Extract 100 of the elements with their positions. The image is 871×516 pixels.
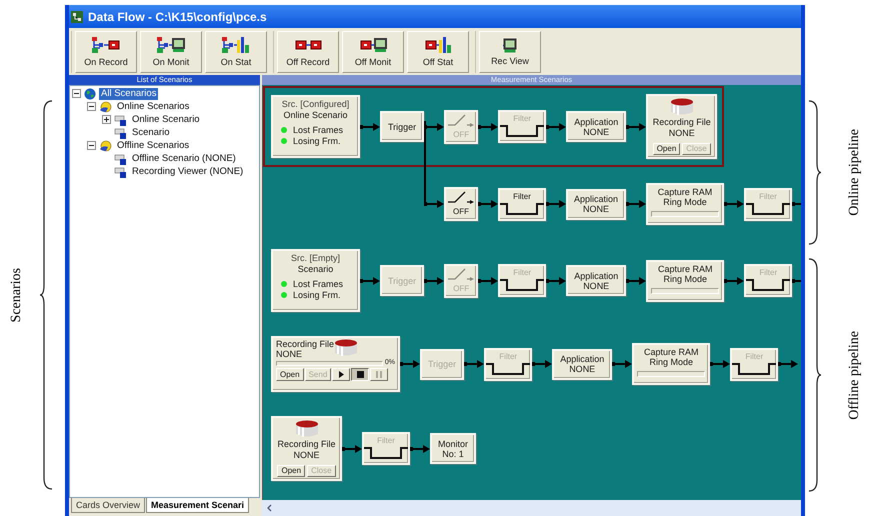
monitor-icon xyxy=(503,38,517,52)
annotation-label: Scenarios xyxy=(8,268,25,322)
disk-icon xyxy=(334,339,358,357)
recording-label: Recording File NONE xyxy=(277,439,336,461)
tree-item[interactable]: Online Scenarios xyxy=(115,100,192,112)
filter-label: Filter xyxy=(513,114,532,124)
collapse-toggle[interactable] xyxy=(87,141,96,150)
recording-label: Recording File NONE xyxy=(652,117,711,139)
folder-icon xyxy=(99,100,112,112)
connector-arrow xyxy=(724,276,744,284)
pipeline-node: Trigger xyxy=(380,265,424,296)
stop-icon xyxy=(356,371,364,378)
pause-icon xyxy=(376,371,382,378)
plus-icon xyxy=(104,117,109,122)
connector-arrow xyxy=(626,122,646,130)
indicator-label: Losing Frm. xyxy=(293,290,341,300)
indicator-label: Losing Frm. xyxy=(293,136,341,146)
connector-arrow xyxy=(546,200,566,208)
minus-icon xyxy=(74,91,79,96)
scenario-name: Scenario xyxy=(298,264,334,275)
minus-icon xyxy=(89,104,94,109)
chevron-left-icon xyxy=(266,504,272,512)
capture-label: Capture RAM Ring Mode xyxy=(658,187,712,207)
connector-arrow xyxy=(546,122,566,130)
connector-arrow xyxy=(478,122,498,130)
app-icon xyxy=(71,10,83,22)
toolbar-button[interactable]: Rec View xyxy=(479,30,541,72)
node-button[interactable]: Open xyxy=(652,143,680,155)
minus-icon xyxy=(89,143,94,148)
player-button[interactable]: Open xyxy=(276,368,304,381)
play-icon xyxy=(338,371,344,378)
connector-arrow xyxy=(360,122,380,130)
filter-label: Filter xyxy=(759,192,777,202)
pipeline-node: Application NONE xyxy=(552,348,612,380)
pipeline-node: Monitor No: 1 xyxy=(430,433,476,464)
connector-arrow xyxy=(478,276,498,284)
filter-label: Filter xyxy=(745,352,764,362)
bandpass-icon xyxy=(746,278,790,293)
panel-tab[interactable]: Measurement Scenari xyxy=(146,498,250,513)
connector-arrow xyxy=(612,360,632,368)
filter-label: Filter xyxy=(759,268,778,278)
pipeline-node: Application NONE xyxy=(566,265,626,296)
bandpass-icon xyxy=(500,202,544,216)
toolbar-button[interactable]: On Monit xyxy=(140,30,202,72)
scenario-icon xyxy=(114,126,127,138)
scenario-name: Online Scenario xyxy=(283,110,348,121)
stop-button[interactable] xyxy=(351,368,370,381)
tree-item[interactable]: Online Scenario xyxy=(130,114,202,126)
annotation-label: Offline pipeline xyxy=(846,330,863,420)
node-button[interactable]: Open xyxy=(277,465,306,477)
tree-item[interactable]: Scenario xyxy=(130,126,172,138)
indicator-label: Lost Frames xyxy=(293,125,344,135)
pipeline-node: Trigger xyxy=(380,111,424,142)
pipeline-node: Application NONE xyxy=(566,188,626,220)
tree-item[interactable]: Recording Viewer (NONE) xyxy=(130,166,246,178)
collapse-toggle[interactable] xyxy=(72,89,81,98)
connector-arrow xyxy=(626,276,646,284)
tree-item[interactable]: All Scenarios xyxy=(99,88,158,100)
bandpass-icon xyxy=(732,362,776,376)
folder-icon xyxy=(99,140,112,152)
connector-arrow xyxy=(424,276,444,284)
toolbar-button[interactable]: Off Record xyxy=(277,30,339,72)
bandpass-icon xyxy=(486,362,530,376)
connector-arrow xyxy=(410,444,430,452)
connector-arrow xyxy=(360,276,380,284)
switch-label: OFF xyxy=(453,284,470,292)
connector-arrow xyxy=(626,200,646,208)
recording-label: Recording File NONE xyxy=(276,339,334,359)
play-button[interactable] xyxy=(332,368,350,381)
indicator-label: Lost Frames xyxy=(293,279,344,289)
tree-item[interactable]: Offline Scenarios xyxy=(115,140,192,152)
pipeline-node: Application NONE xyxy=(566,111,626,142)
connector-arrow xyxy=(532,360,552,368)
filter-label: Filter xyxy=(513,268,532,278)
connector-arrow xyxy=(546,276,566,284)
panel-tab[interactable]: Cards Overview xyxy=(71,498,146,513)
toolbar-button[interactable]: On Stat xyxy=(205,30,267,72)
monitor-icon xyxy=(156,36,186,54)
connector-arrow xyxy=(342,444,362,452)
collapse-toggle[interactable] xyxy=(87,102,96,111)
bar-chart-icon xyxy=(221,36,251,54)
globe-icon xyxy=(84,88,96,100)
toolbar-button[interactable]: Off Stat xyxy=(407,30,469,72)
toolbar-button[interactable]: Off Monit xyxy=(342,30,404,72)
expand-toggle[interactable] xyxy=(102,115,111,124)
bar-chart-icon xyxy=(423,36,453,54)
filter-label: Filter xyxy=(499,352,518,362)
source-status: Src. [Configured] xyxy=(282,99,350,110)
switch-label: OFF xyxy=(453,207,469,216)
connector-arrow xyxy=(400,360,420,368)
filter-label: Filter xyxy=(377,436,395,446)
monitor-icon xyxy=(358,36,388,54)
scenario-icon xyxy=(114,152,127,164)
window-title: Data Flow - C:\K15\config\pce.s xyxy=(88,8,267,26)
recorder-icon xyxy=(91,36,121,54)
annotation-label: Online pipeline xyxy=(846,129,863,216)
filter-label: Filter xyxy=(513,192,531,202)
toolbar-button[interactable]: On Record xyxy=(75,30,137,72)
tree-item[interactable]: Offline Scenario (NONE) xyxy=(130,152,238,164)
scenario-icon xyxy=(114,166,127,178)
